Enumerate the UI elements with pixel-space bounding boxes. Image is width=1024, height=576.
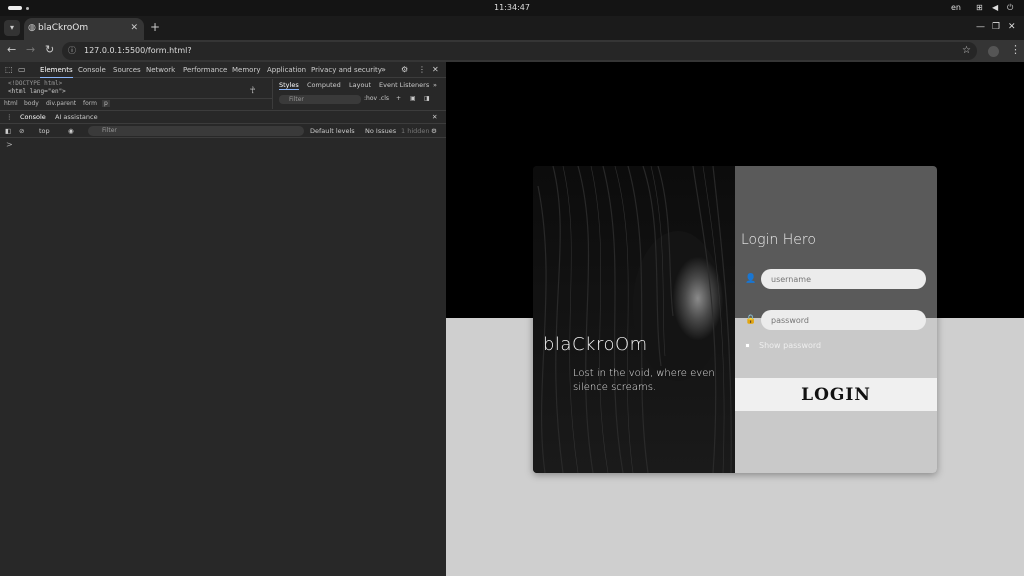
devtools-tab-privacy[interactable]: Privacy and security [311,66,382,74]
bookmark-star-icon[interactable]: ☆ [962,45,971,56]
close-drawer-icon[interactable]: ✕ [432,113,437,121]
devtools-tab-performance[interactable]: Performance [183,66,227,74]
settings-gear-icon[interactable]: ⚙ [401,65,408,74]
login-button[interactable]: LOGIN [735,378,937,411]
back-icon[interactable]: ← [7,43,16,56]
show-password-toggle[interactable]: Show password [745,341,821,350]
hair-portrait-image [533,166,735,473]
accessibility-icon[interactable]: ☥ [250,86,255,96]
tab-event-listeners[interactable]: Event Listeners [379,81,429,89]
breadcrumb: html body div.parent form p [0,98,272,109]
address-bar[interactable]: ⓘ 127.0.0.1:5500/form.html? ☆ [62,42,977,60]
network-icon[interactable]: ⊞ [976,3,983,12]
browser-menu-icon[interactable]: ⋮ [1010,43,1021,56]
devtools-tab-console[interactable]: Console [78,66,106,74]
hov-button[interactable]: :hov [364,95,377,102]
restore-icon[interactable]: ❐ [992,22,1000,32]
devtools-tab-sources[interactable]: Sources [113,66,141,74]
profile-avatar[interactable] [988,46,999,57]
hidden-count: 1 hidden [401,127,430,135]
show-password-checkbox[interactable] [745,343,750,348]
context-selector[interactable]: top [39,127,50,135]
styles-filter-input[interactable]: Filter [279,95,361,104]
breadcrumb-item[interactable]: body [24,100,39,107]
tab-styles[interactable]: Styles [279,81,299,90]
issues-button[interactable]: No Issues [365,127,396,135]
inspect-element-icon[interactable]: ⬚ [5,65,13,74]
tab-computed[interactable]: Computed [307,81,341,89]
sidebar-toggle-icon[interactable]: ◨ [424,95,430,102]
breadcrumb-item-selected[interactable]: p [102,100,110,107]
console-filter-input[interactable]: Filter [88,126,304,136]
dom-line-html[interactable]: <html lang="en"> [8,88,66,95]
log-levels-dropdown[interactable]: Default levels [310,127,355,135]
new-rule-icon[interactable]: + [396,95,401,102]
live-expression-icon[interactable]: ◉ [68,127,74,135]
system-top-bar: 11:34:47 en ⊞ ◀ ⏻ [0,0,1024,16]
user-icon: 👤 [745,274,757,284]
close-devtools-icon[interactable]: ✕ [432,65,439,74]
breadcrumb-item[interactable]: form [83,100,97,107]
power-icon[interactable]: ⏻ [1007,3,1013,13]
more-tabs-icon[interactable]: » [381,65,386,74]
paint-icon[interactable]: ▣ [410,95,416,102]
close-window-icon[interactable]: ✕ [1008,22,1016,32]
styles-pane: Styles Computed Layout Event Listeners »… [272,79,446,109]
browser-toolbar: ← → ↻ ⓘ 127.0.0.1:5500/form.html? ☆ ⋮ [0,40,1024,62]
devtools-menu-icon[interactable]: ⋮ [418,65,426,74]
page-viewport: blaCkroOm Lost in the void, where even s… [446,62,1024,576]
tab-title: blaCkroOm [38,23,89,33]
keyboard-language[interactable]: en [951,3,961,12]
breadcrumb-item[interactable]: html [4,100,18,107]
filter-label: Filter [289,96,304,103]
drawer-tab-bar: ⋮ Console AI assistance ✕ [0,110,446,124]
url-text[interactable]: 127.0.0.1:5500/form.html? [84,46,192,55]
devtools-tab-network[interactable]: Network [146,66,175,74]
devtools-panel: ⬚ ▭ Elements Console Sources Network Per… [0,62,446,576]
breadcrumb-item[interactable]: div.parent [46,100,76,107]
devtools-tab-elements[interactable]: Elements [40,66,73,78]
dom-tree: <!DOCTYPE html> <html lang="en"> ☥ [0,79,272,99]
devtools-tab-bar: ⬚ ▭ Elements Console Sources Network Per… [0,62,446,78]
console-sidebar-icon[interactable]: ◧ [5,127,11,135]
devtools-tab-memory[interactable]: Memory [232,66,260,74]
drawer-menu-icon[interactable]: ⋮ [6,113,13,121]
new-tab-button[interactable]: + [150,20,160,34]
filter-label: Filter [102,127,117,134]
tab-search-button[interactable]: ▾ [4,20,20,36]
brand-tagline: Lost in the void, where even silence scr… [573,368,715,393]
console-prompt[interactable]: > [6,140,13,149]
hero-image: blaCkroOm Lost in the void, where even s… [533,166,735,473]
site-info-icon[interactable]: ⓘ [68,45,76,56]
globe-icon: ◍ [28,23,36,33]
cls-button[interactable]: .cls [379,95,389,102]
devtools-tab-application[interactable]: Application [267,66,306,74]
reload-icon[interactable]: ↻ [45,43,54,56]
clear-console-icon[interactable]: ⊘ [19,127,24,135]
forward-icon[interactable]: → [26,43,35,56]
device-toolbar-icon[interactable]: ▭ [18,65,26,74]
lock-icon: 🔒 [745,315,757,325]
console-toolbar: ◧ ⊘ top ◉ Filter Default levels No Issue… [0,124,446,138]
login-form: Login Hero 👤 🔒 Show password LOGIN [735,166,937,473]
password-input[interactable] [761,310,926,330]
show-password-label: Show password [759,341,822,350]
dom-line-doctype[interactable]: <!DOCTYPE html> [8,80,62,87]
drawer-tab-console[interactable]: Console [20,113,46,121]
tab-layout[interactable]: Layout [349,81,371,89]
browser-tab-strip: ▾ ◍ blaCkroOm ✕ + — ❐ ✕ [0,16,1024,40]
volume-icon[interactable]: ◀ [992,3,998,12]
system-clock[interactable]: 11:34:47 [0,3,1024,12]
username-input[interactable] [761,269,926,289]
minimize-icon[interactable]: — [976,22,985,32]
drawer-tab-ai-assistance[interactable]: AI assistance [55,113,98,121]
login-card: blaCkroOm Lost in the void, where even s… [533,166,937,473]
console-settings-icon[interactable]: ⚙ [431,127,437,135]
more-panes-icon[interactable]: » [433,81,437,89]
brand-title: blaCkroOm [543,334,648,355]
form-title: Login Hero [741,232,816,248]
browser-tab[interactable]: ◍ blaCkroOm ✕ [24,18,144,40]
close-tab-icon[interactable]: ✕ [130,23,138,33]
